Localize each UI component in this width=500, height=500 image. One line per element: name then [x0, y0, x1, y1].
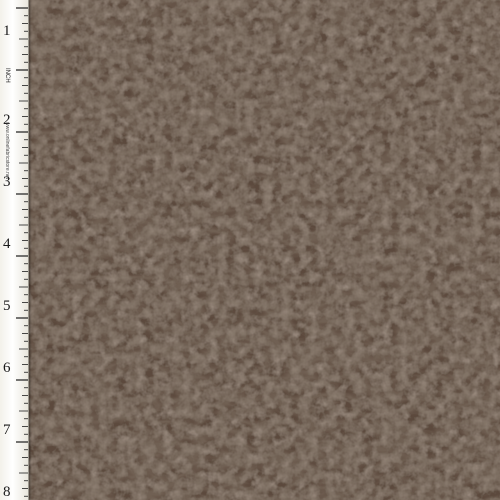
ruler-number: 1 — [3, 23, 11, 39]
ruler-unit-label: INCH — [4, 68, 10, 83]
ruler-brand-text: www.onlinefabricstore.net — [4, 122, 10, 179]
ruler-number: 6 — [3, 360, 11, 376]
ruler-number: 8 — [3, 484, 11, 500]
ruler-number: 5 — [3, 298, 11, 314]
fabric-swatch-image — [0, 0, 500, 500]
product-photo: 1 INCH 2 www.onlinefabricstore.net 3 4 5… — [0, 0, 500, 500]
ruler-number: 3 — [3, 174, 11, 190]
ruler-number: 4 — [3, 236, 11, 252]
measuring-ruler: 1 INCH 2 www.onlinefabricstore.net 3 4 5… — [0, 0, 29, 500]
ruler-number: 7 — [3, 422, 11, 438]
